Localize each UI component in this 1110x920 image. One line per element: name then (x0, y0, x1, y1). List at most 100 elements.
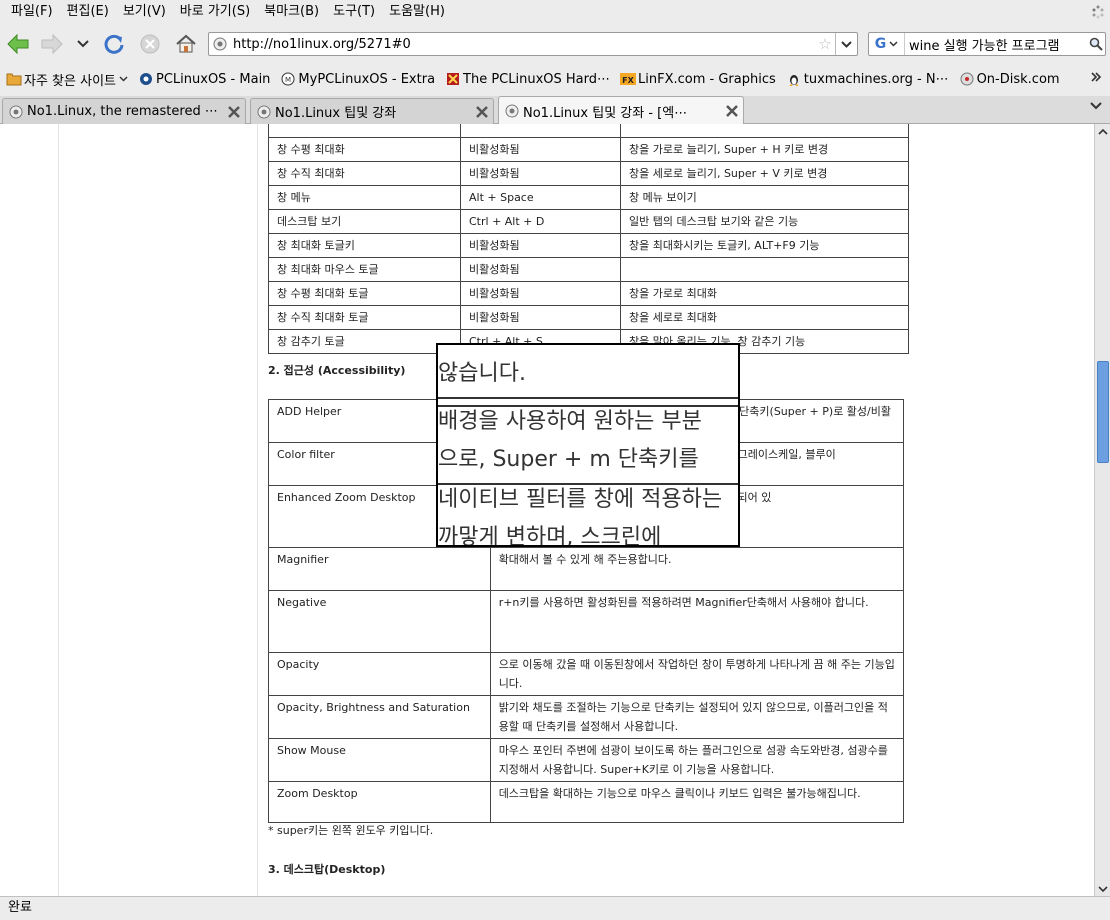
bookmark-label: 자주 찾은 사이트 (24, 73, 116, 89)
tab-label: No1.Linux 팁및 강좌 - [엑⋯ (523, 105, 688, 121)
table-cell: 창을 세로로 최대화 (620, 305, 909, 330)
table-cell: 창 수평 최대화 (268, 137, 461, 162)
url-input[interactable]: http://no1linux.org/5271#0 (231, 37, 815, 52)
table-cell: Ctrl + Alt + D (460, 209, 621, 234)
layout-divider (257, 124, 258, 896)
site-identity-icon[interactable] (209, 33, 231, 55)
menu-file[interactable]: 파일(F) (4, 0, 60, 24)
search-input[interactable]: wine 실행 가능한 프로그램 (905, 35, 1087, 54)
home-icon (176, 34, 196, 53)
tab-no1linux-tips-active[interactable]: No1.Linux 팁및 강좌 - [엑⋯ (498, 96, 744, 125)
window-shortcut-table: 창 수평 최대화 비활성화됨 창을 가로로 늘리기, Super + H 키로 변경… (268, 124, 909, 354)
bookmark-most-visited[interactable]: 자주 찾은 사이트 (4, 67, 134, 91)
chevron-up-icon (1098, 128, 1108, 135)
magnified-table-line (438, 397, 738, 399)
tux-icon (786, 71, 802, 87)
tab-no1linux-tips[interactable]: No1.Linux 팁및 강좌 (250, 98, 494, 124)
activity-spinner-icon (1092, 5, 1104, 19)
reload-icon (104, 34, 124, 54)
table-cell: 비활성화됨 (460, 161, 621, 186)
table-row: 창 수평 최대화 비활성화됨 창을 가로로 늘리기, Super + H 키로 변경 (268, 137, 909, 162)
bookmarks-toolbar: 자주 찾은 사이트 PCLinuxOS - Main M MyPCLinuxOS… (0, 66, 1110, 92)
chevron-down-icon (119, 76, 128, 82)
table-cell: r+n키를 사용하면 활성화된를 적용하려면 Magnifier단축해서 사용해… (489, 590, 905, 653)
table-cell: Negative (268, 590, 491, 653)
search-icon[interactable] (1087, 33, 1105, 55)
bookmark-on-disk[interactable]: On-Disk.com (957, 67, 1066, 91)
bookmark-pclinuxos-main[interactable]: PCLinuxOS - Main (136, 67, 276, 91)
menu-edit[interactable]: 편집(E) (60, 0, 116, 24)
bookmark-label: The PCLinuxOS Hard⋯ (463, 71, 611, 87)
menu-bar: 파일(F) 편집(E) 보기(V) 바로 가기(S) 북마크(B) 도구(T) … (0, 0, 1110, 24)
scroll-up-button[interactable] (1096, 124, 1110, 138)
vertical-scrollbar[interactable] (1094, 124, 1110, 896)
bookmark-tuxmachines[interactable]: tuxmachines.org - N⋯ (784, 67, 955, 91)
magnified-text: 배경을 사용하여 원하는 부분 (438, 409, 702, 434)
magnified-text: 까맣게 변하며, 스크린에 (438, 525, 662, 547)
close-tab-icon[interactable] (223, 105, 245, 119)
url-dropdown-button[interactable] (835, 33, 857, 55)
menu-bookmarks[interactable]: 북마크(B) (257, 0, 326, 24)
table-cell: 창 수평 최대화 토글 (268, 281, 461, 306)
footnote: * super키는 왼쪽 윈도우 키입니다. (268, 824, 434, 837)
table-cell: Zoom Desktop (268, 781, 491, 823)
bookmarks-overflow-chevron-icon[interactable] (1090, 70, 1102, 84)
home-button[interactable] (172, 30, 200, 58)
magnified-text: — — — (438, 343, 518, 356)
table-cell (268, 124, 461, 138)
table-row: 창 최대화 마우스 토글 비활성화됨 (268, 257, 909, 282)
magnified-text: 으로, Super + m 단축키를 (438, 447, 699, 472)
scrollbar-thumb[interactable] (1097, 361, 1109, 463)
hardware-db-icon (445, 71, 461, 87)
reload-button[interactable] (100, 30, 128, 58)
table-cell: 비활성화됨 (460, 137, 621, 162)
table-cell (620, 124, 909, 138)
table-row: Opacity 으로 이동해 갔을 때 이동된창에서 작업하던 창이 투명하게 나… (268, 652, 905, 696)
search-bar[interactable]: G wine 실행 가능한 프로그램 (868, 32, 1106, 56)
table-cell: 창을 가로로 늘리기, Super + H 키로 변경 (620, 137, 909, 162)
bookmark-label: tuxmachines.org - N⋯ (803, 71, 949, 87)
table-row (268, 124, 909, 138)
table-cell: Alt + Space (460, 185, 621, 210)
table-cell: 창 최대화 토글키 (268, 233, 461, 258)
table-row: 창 수직 최대화 비활성화됨 창을 세로로 늘리기, Super + V 키로 변경 (268, 161, 909, 186)
bookmark-pclinuxos-hardware[interactable]: The PCLinuxOS Hard⋯ (443, 67, 616, 91)
menu-go[interactable]: 바로 가기(S) (173, 0, 257, 24)
status-bar: 완료 (0, 896, 1110, 920)
close-tab-icon[interactable] (721, 104, 743, 118)
magnified-text: 않습니다. (438, 361, 526, 386)
disc-icon (959, 71, 975, 87)
back-button[interactable] (4, 30, 32, 58)
table-cell: 마우스 포인터 주변에 섬광이 보이도록 하는 플러그인으로 섬광 속도와반경,… (489, 738, 905, 782)
svg-text:M: M (285, 76, 291, 84)
stop-button[interactable] (136, 30, 164, 58)
stop-icon (140, 34, 160, 54)
forward-button[interactable] (38, 30, 66, 58)
close-tab-icon[interactable] (471, 105, 493, 119)
tab-label: No1.Linux 팁및 강좌 (275, 106, 397, 121)
bookmark-label: LinFX.com - Graphics (638, 71, 776, 87)
table-row: Magnifier 확대해서 볼 수 있게 해 주는용합니다. (268, 547, 905, 591)
bookmark-mypclinuxos-extra[interactable]: M MyPCLinuxOS - Extra (278, 67, 441, 91)
linfx-icon: FX (620, 71, 637, 87)
bookmark-star-icon[interactable]: ☆ (815, 35, 835, 53)
favicon-icon (9, 105, 23, 118)
search-engine-selector[interactable]: G (869, 33, 905, 55)
menu-tools[interactable]: 도구(T) (326, 0, 382, 24)
tab-list-chevron-icon[interactable] (1090, 102, 1102, 110)
magnifier-overlay: — — — 않습니다. 배경을 사용하여 원하는 부분 으로, Super + … (436, 343, 740, 547)
bookmark-linfx[interactable]: FX LinFX.com - Graphics (618, 67, 782, 91)
chevron-down-icon (889, 41, 898, 47)
tab-no1linux-remastered[interactable]: No1.Linux, the remastered ⋯ (2, 98, 246, 124)
menu-view[interactable]: 보기(V) (116, 0, 173, 24)
svg-text:FX: FX (622, 76, 634, 85)
table-cell: 창 메뉴 (268, 185, 461, 210)
url-bar[interactable]: http://no1linux.org/5271#0 ☆ (208, 32, 858, 56)
mypclinuxos-icon: M (280, 71, 296, 87)
table-row: 창 메뉴 Alt + Space 창 메뉴 보이기 (268, 185, 909, 210)
menu-help[interactable]: 도움말(H) (382, 0, 452, 24)
table-cell: Magnifier (268, 547, 491, 591)
history-dropdown-button[interactable] (70, 30, 96, 58)
scroll-down-button[interactable] (1096, 882, 1110, 896)
table-cell (460, 124, 621, 138)
